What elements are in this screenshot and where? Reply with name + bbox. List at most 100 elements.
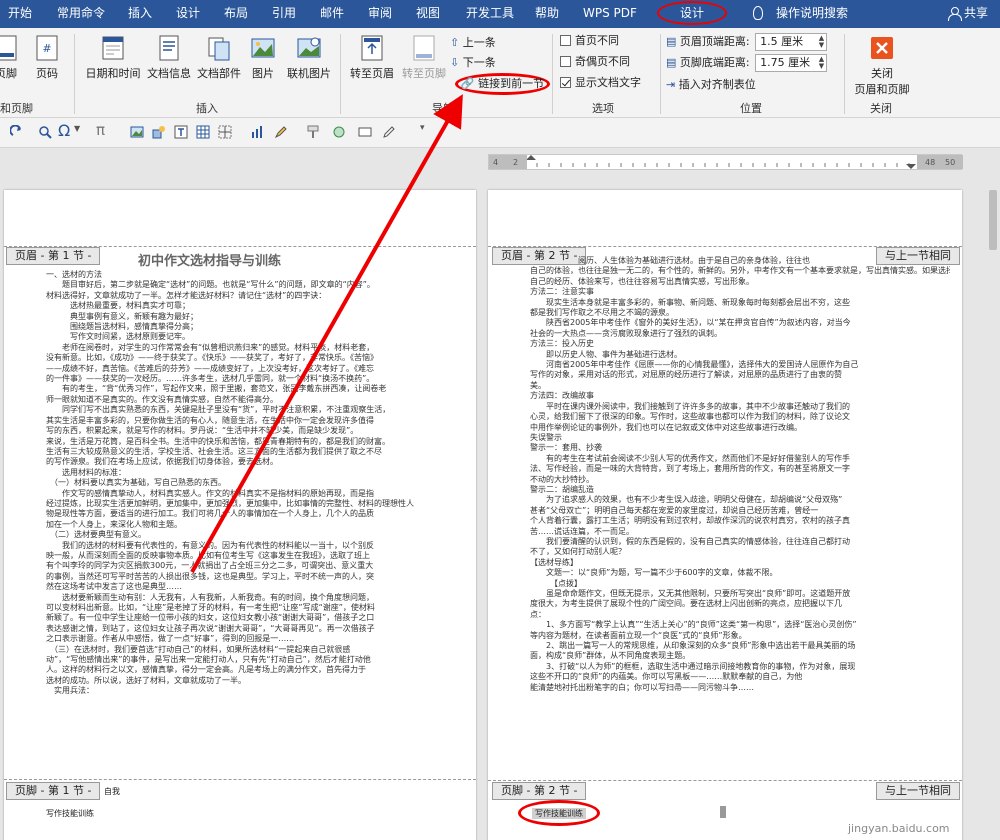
footer-cut-text: 自我: [104, 787, 120, 796]
tab-design-active[interactable]: 设计: [657, 0, 727, 28]
text-line: 苦……谎话连篇，不一而足。: [530, 526, 634, 536]
text-line: 警示二：胡编乱造: [530, 484, 594, 494]
different-odd-even-checkbox[interactable]: 奇偶页不同: [560, 53, 630, 71]
close-header-footer-button[interactable]: 关闭 页眉和页脚: [850, 34, 914, 97]
tab-10[interactable]: 帮助: [535, 0, 559, 28]
text-line: ——成绩不好，真苦恼。《苦难后的芬芳》——成绩变好了，上次没考好，这次考好了。《…: [46, 363, 374, 373]
different-first-page-checkbox[interactable]: 首页不同: [560, 32, 619, 50]
omega-icon[interactable]: Ω: [58, 121, 72, 140]
goto-header-button[interactable]: 转至页眉: [346, 34, 398, 81]
pi-icon[interactable]: π: [96, 121, 110, 139]
text-line: 中用作举例论证的事例外，我们也可以在记叙或文体中对这些故事进行改编。: [530, 422, 802, 432]
previous-button[interactable]: ⇧ 上一条: [450, 34, 496, 52]
text-line: 甚者“父母双亡”；明明自己每天都在宠爱的家里度过，却说自己经历苦难，曾经一: [530, 505, 819, 515]
header-top-distance: ▤ 页眉顶端距离: 1.5 厘米 ▲ ▼: [666, 33, 828, 51]
show-document-text-checkbox[interactable]: 显示文档文字: [560, 74, 641, 92]
format-painter-icon[interactable]: [306, 125, 320, 139]
horizontal-ruler[interactable]: 4 2 48 50: [488, 154, 963, 170]
document-info-button[interactable]: 文档信息: [144, 34, 194, 81]
group-label-insert: 插入: [196, 102, 218, 115]
user-icon: [948, 7, 962, 21]
text-line: 我们的选材的材料要有代表性的，有意义的。因为有代表性的材料能以一当十，以个别反: [46, 540, 374, 550]
border-icon[interactable]: [218, 125, 232, 139]
tab-4[interactable]: 布局: [224, 0, 248, 28]
text-line: 文题一：以“良师”为题，写一篇不少于600字的文章，体裁不限。: [530, 568, 778, 578]
page-number-button[interactable]: # 页码: [32, 34, 62, 81]
chart-icon[interactable]: [250, 125, 264, 139]
group-label-position: 位置: [740, 102, 762, 115]
page-2[interactable]: 页眉 - 第 2 节 - 与上一节相同 阅历、人生体验为基础进行选材。由于是自己…: [488, 190, 962, 840]
text-line: 陕西省2005年中考佳作《窗外的美好生活》，以“某在押贪官自传”为叙述内容，对当…: [530, 318, 851, 328]
insert-alignment-tab-button[interactable]: ⇥ 插入对齐制表位: [666, 76, 756, 94]
footer-same-as-previous-tag: 与上一节相同: [876, 782, 960, 800]
text-line: 3、打破“以人为师”的框框，选取生活中通过暗示间接地教育你的事物，作为对象，展现: [530, 661, 856, 671]
group-label-options: 选项: [592, 102, 614, 115]
tab-9[interactable]: 开发工具: [466, 0, 514, 28]
online-picture-button[interactable]: 联机图片: [282, 34, 336, 81]
text-line: 作文写的感情真挚动人，材料真实感人。作文的材料真实不是指材料的原始再现，而是指: [46, 488, 374, 498]
chevron-down-icon[interactable]: ▼: [74, 124, 88, 138]
rectangle-shape-icon[interactable]: [358, 125, 372, 139]
quick-parts-button[interactable]: 文档部件: [193, 34, 245, 81]
link-to-previous-button[interactable]: 🔗 链接到前一节: [455, 73, 550, 95]
tab-7[interactable]: 审阅: [368, 0, 392, 28]
text-line: 物是现性等方面，要适当的进行加工。我们可将几个人的事情加在一个人身上，几个人的品…: [46, 509, 374, 519]
shapes-icon[interactable]: [152, 125, 166, 139]
picture-button[interactable]: 图片: [246, 34, 280, 81]
footer-text[interactable]: 写作技能训练: [46, 808, 94, 819]
document-info-icon: [159, 35, 179, 61]
vertical-scrollbar[interactable]: [986, 170, 1000, 840]
tab-2[interactable]: 插入: [128, 0, 152, 28]
search-icon[interactable]: [38, 125, 52, 139]
text-line: 能清楚地衬托出粉笔字的白；你可以写扫帚——同污物斗争……: [530, 682, 754, 692]
share-button[interactable]: 共享: [964, 0, 988, 28]
tab-3[interactable]: 设计: [176, 0, 200, 28]
picture-icon: [251, 38, 275, 58]
text-line: 面，构成“良师”群体，从不同角度表现主题。: [530, 651, 691, 661]
text-line: 平时在课内课外阅读中，我们接触到了许许多多的故事，其中不少故事还触动了我们的: [530, 401, 850, 411]
page-marker-icon: [720, 806, 726, 818]
page-2-body-text[interactable]: 阅历、人生体验为基础进行选材。由于是自己的亲身体验，往往也 自己的体验，也往往是独…: [530, 256, 950, 693]
footer-bottom-spinner[interactable]: 1.75 厘米 ▲ ▼: [755, 54, 828, 72]
text-box-icon[interactable]: [174, 125, 188, 139]
page-1-body-text[interactable]: 一、选材的方法 题目审好后，第二步就是确定“选材”的问题。也就是“写什么”的问题…: [46, 270, 446, 697]
page-1[interactable]: 页眉 - 第 1 节 - 初中作文选材指导与训练 一、选材的方法 题目审好后，第…: [4, 190, 476, 840]
customize-toolbar-icon[interactable]: ▾: [420, 123, 434, 137]
text-line: 老师在阅卷时，对学生的习作常常会有“似曾相识燕归来”的感觉。材料平淡，材料老套，: [46, 342, 375, 352]
document-title[interactable]: 初中作文选材指导与训练: [138, 250, 281, 269]
pen-icon[interactable]: [274, 125, 288, 139]
text-line: 写的东西，积累起来，就是写作的材料。罗丹说：“生活中并不缺少美，而是缺少发现”。: [46, 426, 359, 436]
scrollbar-thumb[interactable]: [989, 190, 997, 250]
tell-me-search[interactable]: 操作说明搜索: [776, 0, 848, 28]
text-line: 这些不开口的“良师”的内蕴美。你可以写黑板——……默默奉献的自己，为他: [530, 672, 803, 682]
tab-8[interactable]: 视图: [416, 0, 440, 28]
tab-11[interactable]: WPS PDF: [583, 0, 637, 28]
picture-icon[interactable]: [130, 125, 144, 139]
group-label-navigation: 导航: [432, 102, 454, 115]
spinner-arrows-icon[interactable]: ▲ ▼: [819, 35, 824, 49]
text-line: 选材要新颖而生动有别：人无我有，人有我新，人新我奇。有的时间，换个角度想问题，: [46, 592, 374, 602]
annotation-highlight-oval: [657, 1, 727, 25]
ruler-number: 4: [493, 158, 499, 167]
tab-5[interactable]: 引用: [272, 0, 296, 28]
checkbox-box: [560, 35, 571, 46]
header-top-spinner[interactable]: 1.5 厘米 ▲ ▼: [755, 33, 828, 51]
edit-icon[interactable]: [382, 125, 396, 139]
text-line: 之口表示谢意。作者从中感悟，做了一点“好事”，得到的回报是一……: [46, 634, 295, 644]
tab-6[interactable]: 邮件: [320, 0, 344, 28]
ruler-margin-right: [917, 155, 963, 169]
text-line: 为了追求感人的效果，也有不少考生误入歧途，明明父母健在，却胡编说“父母双殇”: [530, 495, 843, 505]
spinner-arrows-icon[interactable]: ▲ ▼: [819, 56, 824, 70]
footer-button[interactable]: 页脚: [0, 34, 20, 81]
goto-footer-button[interactable]: 转至页脚: [398, 34, 450, 81]
tab-1[interactable]: 常用命令: [57, 0, 105, 28]
footer-section-tag: 页脚 - 第 1 节 -: [6, 782, 101, 800]
next-button[interactable]: ⇩ 下一条: [450, 54, 496, 72]
circle-shape-icon[interactable]: [332, 125, 346, 139]
redo-icon[interactable]: [10, 125, 24, 139]
table-icon[interactable]: [196, 125, 210, 139]
date-time-button[interactable]: 日期和时间: [84, 34, 142, 81]
text-line: 加在一个人身上，来深化人物和主题。: [46, 519, 182, 529]
tab-0[interactable]: 开始: [8, 0, 32, 28]
text-line: 的写作源泉。我们在考场上应试，依据我们切身体验，要去选材。: [46, 457, 278, 467]
